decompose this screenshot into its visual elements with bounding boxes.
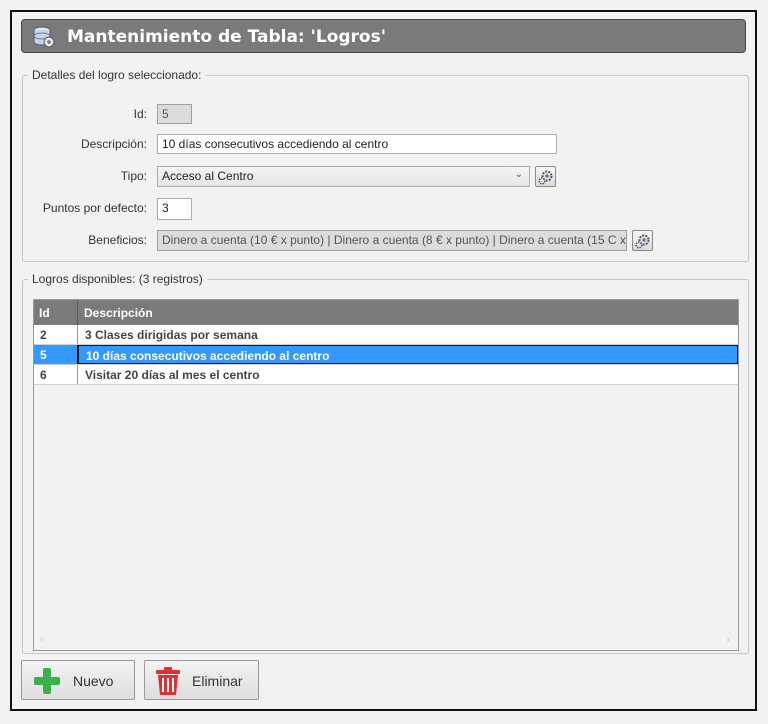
table-row[interactable]: 2 3 Clases dirigidas por semana [34,325,738,345]
available-group: Logros disponibles: (3 registros) Id Des… [22,272,749,654]
beneficios-field: Dinero a cuenta (10 € x punto) | Dinero … [157,230,627,251]
details-legend: Detalles del logro seleccionado: [32,68,202,82]
descripcion-field[interactable]: 10 días consecutivos accediendo al centr… [157,134,557,154]
gear-icon [538,170,553,185]
tipo-selected-value: Acceso al Centro [162,169,254,183]
trash-icon [155,666,181,699]
tipo-label: Tipo: [120,169,147,183]
puntos-label: Puntos por defecto: [42,201,147,215]
id-field: 5 [157,104,192,124]
cell-descripcion: 10 días consecutivos accediendo al centr… [78,345,738,364]
cell-id: 2 [34,325,78,344]
new-button[interactable]: Nuevo [21,660,135,700]
gear-icon [635,234,650,249]
available-legend: Logros disponibles: (3 registros) [32,272,203,286]
column-header-id[interactable]: Id [34,300,78,325]
scroll-left-arrow[interactable]: ‹ [40,634,44,646]
cell-descripcion: Visitar 20 días al mes el centro [85,368,260,382]
table-row[interactable]: 6 Visitar 20 días al mes el centro [34,365,738,385]
puntos-field[interactable]: 3 [157,198,192,220]
title-bar: Mantenimiento de Tabla: 'Logros' [21,19,746,53]
logros-grid[interactable]: Id Descripción 2 3 Clases dirigidas por … [33,299,739,651]
id-label: Id: [133,107,147,121]
maintenance-window: Mantenimiento de Tabla: 'Logros' Detalle… [10,10,757,711]
tipo-select[interactable]: Acceso al Centro ⌄ [157,166,530,187]
table-row-selected[interactable]: 5 10 días consecutivos accediendo al cen… [34,345,738,365]
delete-button-label: Eliminar [192,673,243,689]
scroll-right-arrow[interactable]: › [726,634,730,646]
descripcion-label: Descripción: [80,137,147,151]
delete-button[interactable]: Eliminar [144,660,259,700]
details-group: Detalles del logro seleccionado: Id: 5 D… [22,68,749,262]
plus-icon [32,666,62,699]
cell-id: 6 [34,365,78,384]
tipo-config-button[interactable] [535,166,556,187]
cell-descripcion: 3 Clases dirigidas por semana [85,328,258,342]
cell-id: 5 [34,345,78,364]
database-gear-icon [32,25,56,49]
chevron-down-icon: ⌄ [514,169,523,180]
beneficios-config-button[interactable] [632,230,653,251]
beneficios-label: Beneficios: [88,233,147,247]
new-button-label: Nuevo [73,673,114,689]
grid-header: Id Descripción [34,300,738,325]
window-title: Mantenimiento de Tabla: 'Logros' [67,27,386,47]
